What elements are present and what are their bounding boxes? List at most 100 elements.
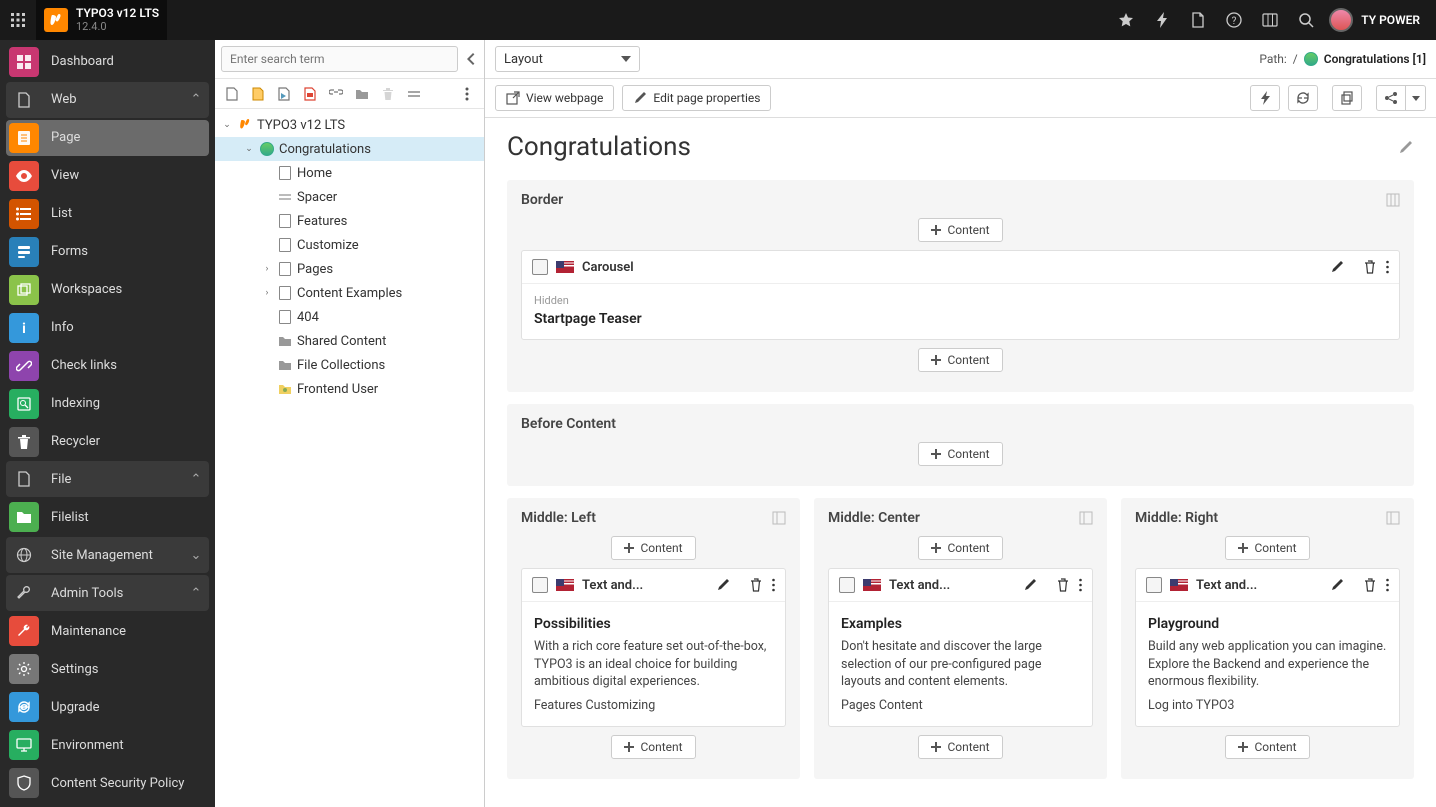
- new-page-hidden-button[interactable]: [245, 83, 271, 105]
- plus-icon: [931, 225, 941, 235]
- search-button[interactable]: [1289, 0, 1323, 40]
- content-element-carousel[interactable]: Carousel Hidden Startpage Teaser: [521, 250, 1400, 340]
- product-logo-area[interactable]: TYPO3 v12 LTS 12.4.0: [36, 0, 167, 40]
- more-button[interactable]: [1079, 578, 1082, 592]
- sidebar-item-csp[interactable]: Content Security Policy: [6, 765, 209, 801]
- delete-button[interactable]: [750, 578, 762, 592]
- edit-properties-button[interactable]: Edit page properties: [622, 85, 771, 111]
- sidebar-section-web[interactable]: Web ⌃: [6, 82, 209, 118]
- sidebar-item-indexing[interactable]: Indexing: [6, 386, 209, 422]
- delete-button[interactable]: [1364, 260, 1376, 274]
- tree-node-home[interactable]: Home: [215, 161, 484, 185]
- share-button[interactable]: [1376, 85, 1406, 111]
- section-title: Before Content: [521, 416, 616, 432]
- new-page-button[interactable]: [219, 83, 245, 105]
- bookmarks-button[interactable]: [1109, 0, 1143, 40]
- add-content-button[interactable]: Content: [611, 536, 695, 560]
- sidebar-item-maintenance[interactable]: Maintenance: [6, 613, 209, 649]
- kebab-icon: [465, 87, 469, 101]
- collapse-tree-button[interactable]: [464, 46, 478, 72]
- new-link-button[interactable]: [323, 83, 349, 105]
- edit-button[interactable]: [1023, 578, 1037, 592]
- sidebar-item-workspaces[interactable]: Workspaces: [6, 272, 209, 308]
- new-page-stop-button[interactable]: [297, 83, 323, 105]
- sidebar-item-info[interactable]: i Info: [6, 310, 209, 346]
- edit-title-button[interactable]: [1398, 139, 1414, 155]
- tree-node-spacer[interactable]: Spacer: [215, 185, 484, 209]
- sidebar-item-dashboard[interactable]: Dashboard: [6, 44, 209, 80]
- copy-button[interactable]: [1332, 85, 1362, 111]
- sidebar-item-list[interactable]: List: [6, 196, 209, 232]
- tree-root[interactable]: ⌄ TYPO3 v12 LTS: [215, 113, 484, 137]
- edit-button[interactable]: [1330, 260, 1344, 274]
- modules-launcher-button[interactable]: [0, 0, 36, 40]
- toggle-icon[interactable]: ›: [261, 263, 273, 275]
- sidebar-section-file[interactable]: File ⌃: [6, 461, 209, 497]
- delete-button[interactable]: [1057, 578, 1069, 592]
- tree-node-congratulations[interactable]: ⌄ Congratulations: [215, 137, 484, 161]
- breadcrumb: Path: / Congratulations [1]: [1259, 52, 1426, 66]
- layout-select[interactable]: Layout: [495, 46, 640, 72]
- column-options-button[interactable]: [772, 511, 786, 525]
- sidebar-section-admin-tools[interactable]: Admin Tools ⌃: [6, 575, 209, 611]
- add-content-button[interactable]: Content: [1225, 536, 1309, 560]
- add-content-button[interactable]: Content: [918, 442, 1002, 466]
- sidebar-section-site-management[interactable]: Site Management ⌄: [6, 537, 209, 573]
- tree-node-content-examples[interactable]: › Content Examples: [215, 281, 484, 305]
- more-button[interactable]: [1386, 578, 1389, 592]
- content-element-playground[interactable]: Text and... Playground Build any web app…: [1135, 568, 1400, 727]
- toggle-icon[interactable]: ⌄: [243, 143, 255, 155]
- system-info-button[interactable]: [1253, 0, 1287, 40]
- view-webpage-button[interactable]: View webpage: [495, 85, 614, 111]
- sidebar-item-view[interactable]: View: [6, 158, 209, 194]
- refresh-button[interactable]: [1288, 85, 1318, 111]
- page-tree-search-input[interactable]: [221, 46, 458, 72]
- open-docs-button[interactable]: [1181, 0, 1215, 40]
- add-content-button[interactable]: Content: [918, 218, 1002, 242]
- tree-node-404[interactable]: 404: [215, 305, 484, 329]
- add-content-button[interactable]: Content: [918, 735, 1002, 759]
- new-folder-button[interactable]: [349, 83, 375, 105]
- kebab-icon: [772, 578, 775, 592]
- column-options-button[interactable]: [1079, 511, 1093, 525]
- sidebar-item-environment[interactable]: Environment: [6, 727, 209, 763]
- sidebar-item-check-links[interactable]: Check links: [6, 348, 209, 384]
- more-button[interactable]: [1386, 260, 1389, 274]
- help-button[interactable]: ?: [1217, 0, 1251, 40]
- sidebar-item-settings[interactable]: Settings: [6, 651, 209, 687]
- sidebar-item-filelist[interactable]: Filelist: [6, 499, 209, 535]
- content-element-examples[interactable]: Text and... Examples Don't hesitate and …: [828, 568, 1093, 727]
- add-content-button[interactable]: Content: [918, 348, 1002, 372]
- column-options-button[interactable]: [1386, 511, 1400, 525]
- sidebar-item-forms[interactable]: Forms: [6, 234, 209, 270]
- link-icon: [329, 89, 343, 99]
- tree-node-customize[interactable]: Customize: [215, 233, 484, 257]
- cache-button[interactable]: [1145, 0, 1179, 40]
- sidebar-item-recycler[interactable]: Recycler: [6, 424, 209, 460]
- content-element-possibilities[interactable]: Text and... Possibilities With a rich co…: [521, 568, 786, 727]
- tree-node-file-collections[interactable]: File Collections: [215, 353, 484, 377]
- more-button[interactable]: [772, 578, 775, 592]
- toggle-icon[interactable]: ›: [261, 287, 273, 299]
- column-options-button[interactable]: [1386, 193, 1400, 207]
- new-shortcut-button[interactable]: [271, 83, 297, 105]
- spacer-button[interactable]: [401, 83, 427, 105]
- add-content-button[interactable]: Content: [1225, 735, 1309, 759]
- delete-button[interactable]: [375, 83, 401, 105]
- delete-button[interactable]: [1364, 578, 1376, 592]
- edit-button[interactable]: [716, 578, 730, 592]
- tree-node-shared-content[interactable]: Shared Content: [215, 329, 484, 353]
- sidebar-item-page[interactable]: Page: [6, 120, 209, 156]
- tree-more-button[interactable]: [454, 83, 480, 105]
- sidebar-item-upgrade[interactable]: Upgrade: [6, 689, 209, 725]
- edit-button[interactable]: [1330, 578, 1344, 592]
- toggle-icon[interactable]: ⌄: [221, 119, 233, 131]
- tree-node-features[interactable]: Features: [215, 209, 484, 233]
- tree-node-frontend-user[interactable]: Frontend User: [215, 377, 484, 401]
- clear-cache-button[interactable]: [1250, 85, 1280, 111]
- tree-node-pages[interactable]: › Pages: [215, 257, 484, 281]
- add-content-button[interactable]: Content: [611, 735, 695, 759]
- user-menu-button[interactable]: TY POWER: [1325, 8, 1426, 32]
- share-dropdown-button[interactable]: [1406, 85, 1426, 111]
- add-content-button[interactable]: Content: [918, 536, 1002, 560]
